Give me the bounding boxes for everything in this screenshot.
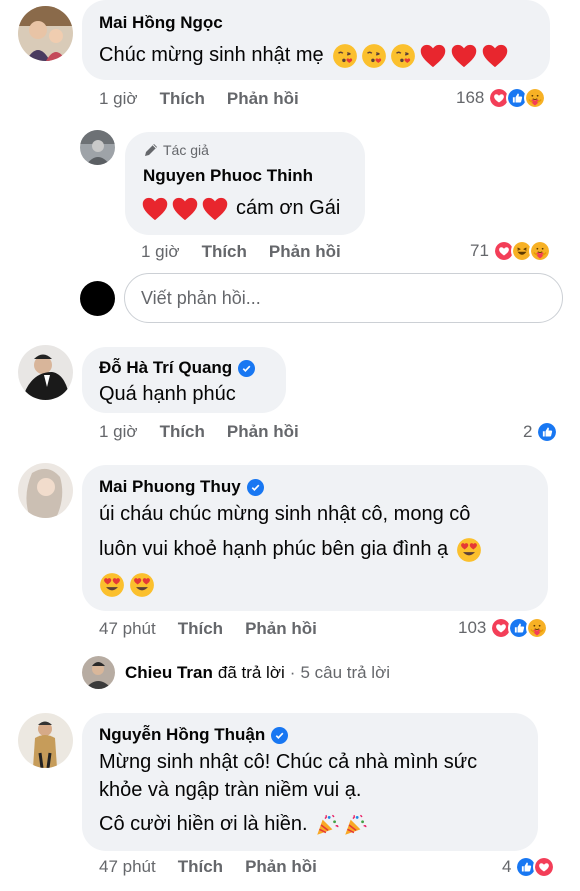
timestamp[interactable]: 1 giờ [99, 422, 138, 442]
comment-bubble: Mai Phuong Thuy úi cháu chúc mừng sinh n… [82, 465, 548, 611]
reaction-count: 168 [456, 88, 485, 107]
heart-eyes-icon [99, 572, 125, 598]
comment-author[interactable]: Mai Hồng Ngọc [99, 13, 223, 33]
comment-text-line: Cô cười hiền ơi là hiền. [99, 810, 368, 839]
heart-icon [171, 195, 199, 223]
like-button[interactable]: Thích [178, 857, 223, 877]
author-badge: Tác giả [143, 142, 209, 158]
avatar [80, 281, 115, 316]
reaction-count: 4 [502, 857, 512, 876]
reaction-summary[interactable]: 103 [458, 617, 549, 639]
reply-button[interactable]: Phản hồi [245, 857, 317, 877]
care-reaction-icon [524, 87, 547, 109]
care-reaction-icon [526, 617, 549, 639]
comment-author[interactable]: Nguyễn Hồng Thuận [99, 725, 289, 745]
heart-eyes-icon [456, 537, 482, 563]
reaction-count: 71 [470, 241, 489, 260]
kissing-face-icon [361, 43, 387, 69]
kissing-face-icon [332, 43, 358, 69]
comment-bubble: Đỗ Hà Trí Quang Quá hạnh phúc [82, 347, 286, 413]
reaction-count: 103 [458, 618, 487, 637]
reply-bubble: Tác giả Nguyen Phuoc Thinh cám ơn Gái [125, 132, 365, 235]
comment-text: cám ơn Gái [141, 194, 340, 223]
pen-icon [145, 144, 157, 156]
like-button[interactable]: Thích [160, 89, 205, 109]
reply-button[interactable]: Phản hồi [269, 242, 341, 262]
comment-actions: 1 giờ Thích Phản hồi [99, 89, 321, 109]
reply-input-placeholder: Viết phản hồi... [141, 288, 261, 308]
comment-actions: 1 giờ Thích Phản hồi [141, 242, 363, 262]
avatar[interactable] [18, 6, 73, 61]
reaction-summary[interactable]: 2 [523, 421, 559, 443]
party-popper-icon [314, 812, 340, 838]
party-popper-icon [342, 812, 368, 838]
comment-author[interactable]: Đỗ Hà Trí Quang [99, 358, 256, 378]
heart-icon [201, 195, 229, 223]
comment-actions: 47 phút Thích Phản hồi [99, 857, 339, 877]
view-replies-link[interactable]: Chieu Tran đã trả lời · 5 câu trả lời [82, 656, 390, 689]
comment-actions: 1 giờ Thích Phản hồi [99, 422, 321, 442]
avatar [82, 656, 115, 689]
reaction-summary[interactable]: 4 [502, 856, 556, 878]
heart-icon [419, 42, 447, 70]
heart-icon [481, 42, 509, 70]
comment-author[interactable]: Mai Phuong Thuy [99, 477, 264, 497]
comment-text-line: úi cháu chúc mừng sinh nhật cô, mong cô [99, 503, 471, 525]
comment-text-line: Mừng sinh nhật cô! Chúc cả nhà mình sức [99, 751, 478, 773]
timestamp[interactable]: 1 giờ [99, 89, 138, 109]
timestamp[interactable]: 47 phút [99, 619, 156, 639]
like-reaction-icon [536, 421, 559, 443]
reply-count: 5 câu trả lời [300, 662, 391, 682]
comment-bubble: Mai Hồng Ngọc Chúc mừng sinh nhật mẹ [82, 0, 550, 80]
reply-action: đã trả lời [217, 662, 285, 682]
verified-badge-icon [271, 726, 289, 744]
comment-text: Quá hạnh phúc [99, 383, 236, 405]
kissing-face-icon [390, 43, 416, 69]
avatar[interactable] [80, 130, 115, 165]
care-reaction-icon [528, 240, 551, 262]
like-button[interactable]: Thích [178, 619, 223, 639]
timestamp[interactable]: 1 giờ [141, 242, 180, 262]
avatar[interactable] [18, 345, 73, 400]
comment-text-line: luôn vui khoẻ hạnh phúc bên gia đình ạ [99, 535, 482, 564]
like-button[interactable]: Thích [202, 242, 247, 262]
reply-button[interactable]: Phản hồi [245, 619, 317, 639]
reaction-summary[interactable]: 71 [470, 240, 551, 262]
timestamp[interactable]: 47 phút [99, 857, 156, 877]
avatar[interactable] [18, 713, 73, 768]
verified-badge-icon [238, 359, 256, 377]
reply-button[interactable]: Phản hồi [227, 89, 299, 109]
emoji-row [99, 572, 155, 598]
reply-input[interactable]: Viết phản hồi... [124, 273, 563, 323]
heart-icon [450, 42, 478, 70]
love-reaction-icon [533, 856, 556, 878]
comment-text: Chúc mừng sinh nhật mẹ [99, 41, 509, 70]
reply-author: Chieu Tran [125, 662, 213, 682]
reaction-summary[interactable]: 168 [456, 87, 547, 109]
verified-badge-icon [246, 478, 264, 496]
like-button[interactable]: Thích [160, 422, 205, 442]
avatar[interactable] [18, 463, 73, 518]
comment-actions: 47 phút Thích Phản hồi [99, 619, 339, 639]
reaction-count: 2 [523, 422, 533, 441]
comment-text-line: khỏe và ngập tràn niềm vui ạ. [99, 779, 362, 801]
reply-button[interactable]: Phản hồi [227, 422, 299, 442]
comment-bubble: Nguyễn Hồng Thuận Mừng sinh nhật cô! Chú… [82, 713, 538, 851]
comment-author[interactable]: Nguyen Phuoc Thinh [143, 166, 313, 186]
heart-eyes-icon [129, 572, 155, 598]
heart-icon [141, 195, 169, 223]
